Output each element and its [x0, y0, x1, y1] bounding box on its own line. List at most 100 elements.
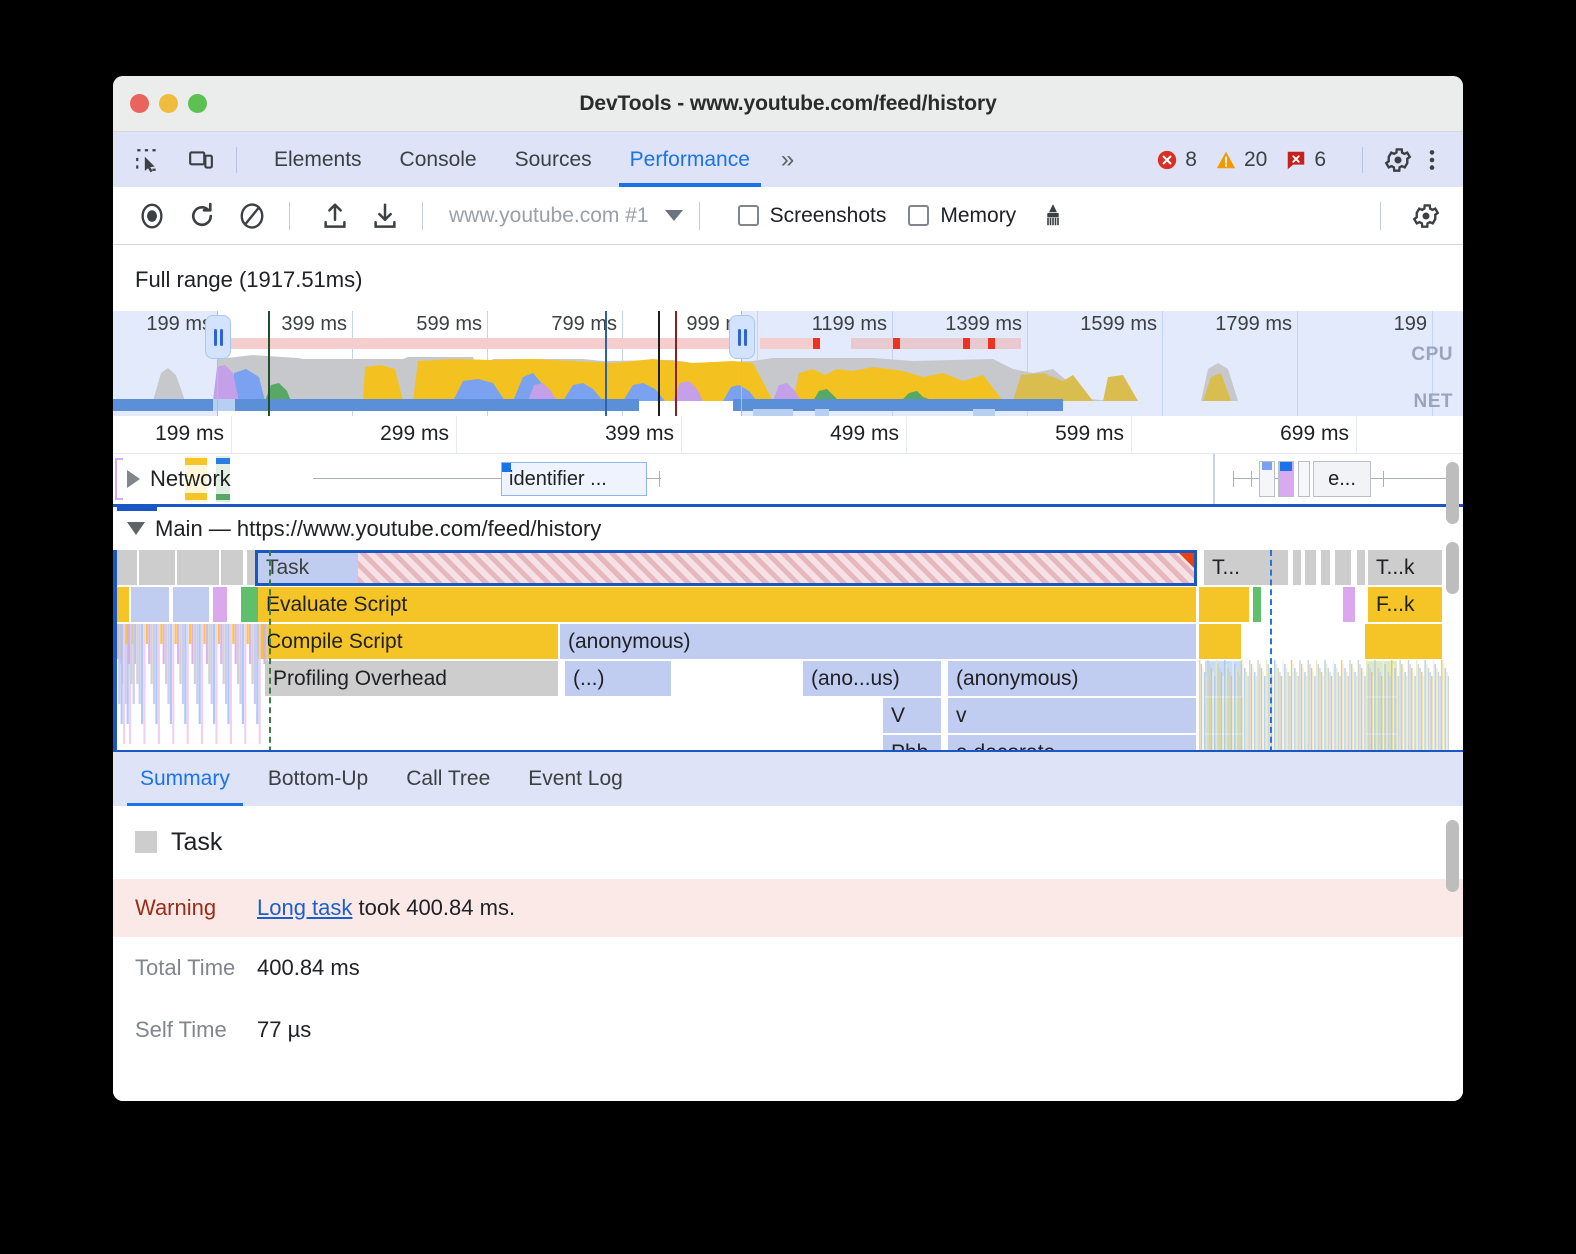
flame-block-unlabeled[interactable]	[213, 587, 227, 622]
network-track[interactable]: Network identifier ... e...	[113, 454, 1463, 504]
more-tabs-icon[interactable]: »	[769, 146, 803, 174]
load-profile-button[interactable]	[314, 195, 356, 237]
profile-select-value: www.youtube.com #1	[449, 204, 649, 228]
flame-block-unlabeled[interactable]	[1367, 661, 1397, 696]
flame-block[interactable]: F...k	[1368, 587, 1442, 622]
flame-block-unlabeled[interactable]	[177, 550, 219, 585]
tab-console[interactable]: Console	[381, 132, 496, 187]
tab-performance[interactable]: Performance	[611, 132, 769, 187]
flame-block[interactable]: a.decorate	[948, 735, 1196, 750]
flame-block[interactable]: (anonymous)	[948, 661, 1196, 696]
settings-gear-icon[interactable]	[1381, 143, 1415, 177]
flame-block[interactable]: T...	[1204, 550, 1288, 585]
flame-block-unlabeled[interactable]	[139, 550, 175, 585]
flame-block-unlabeled[interactable]	[1367, 698, 1397, 733]
flame-block-unlabeled[interactable]	[1357, 550, 1365, 585]
tab-event-log[interactable]: Event Log	[509, 751, 642, 807]
flame-block-unlabeled[interactable]	[1343, 587, 1355, 622]
overview-marker-blue	[605, 311, 607, 416]
flame-block[interactable]: Compile Script	[258, 624, 558, 659]
ruler-tick-label: 599 ms	[1055, 422, 1124, 446]
ruler-tick: 599 ms	[1131, 416, 1132, 453]
tracks-scrollbar-lower[interactable]	[1446, 542, 1459, 594]
timeline-overview[interactable]: 199 ms399 ms599 ms799 ms999 ms1199 ms139…	[113, 311, 1463, 416]
tabbar-right-group: 8 20 6	[1156, 143, 1463, 177]
overview-activity-graph	[113, 311, 1463, 416]
clear-button[interactable]	[231, 195, 273, 237]
flame-block-unlabeled[interactable]	[1205, 661, 1241, 696]
flame-block-unlabeled[interactable]	[1367, 735, 1397, 750]
overview-right-handle[interactable]	[729, 315, 755, 359]
flame-block-unlabeled[interactable]	[247, 550, 255, 585]
save-profile-button[interactable]	[364, 195, 406, 237]
devtools-tabbar: Elements Console Sources Performance » 8…	[113, 132, 1463, 187]
flame-block-unlabeled[interactable]	[1199, 587, 1249, 622]
main-track-name: Main — https://www.youtube.com/feed/hist…	[155, 516, 601, 542]
tab-summary[interactable]: Summary	[121, 751, 249, 807]
profile-select[interactable]: www.youtube.com #1	[449, 204, 683, 228]
main-track-header[interactable]: Main — https://www.youtube.com/feed/hist…	[113, 504, 1463, 550]
error-badge[interactable]: 8	[1156, 148, 1197, 172]
flame-block-unlabeled[interactable]	[1365, 624, 1442, 659]
flame-block[interactable]: (anonymous)	[560, 624, 1196, 659]
flame-block-unlabeled[interactable]	[1253, 587, 1261, 622]
inspect-element-icon[interactable]	[130, 143, 164, 177]
record-button[interactable]	[131, 195, 173, 237]
expand-triangle-icon[interactable]	[127, 470, 140, 488]
tab-elements[interactable]: Elements	[255, 132, 381, 187]
timeline-tracks: Network identifier ... e...	[113, 454, 1463, 750]
network-track-header[interactable]: Network	[113, 454, 1463, 504]
flame-chart[interactable]: T... T...k Task Evaluate Script F...k Compile…	[113, 550, 1463, 750]
tab-bottom-up[interactable]: Bottom-Up	[249, 751, 387, 807]
issue-message-icon	[1285, 149, 1307, 171]
net-track-label: NET	[1414, 391, 1454, 413]
flame-block-unlabeled[interactable]	[1205, 698, 1243, 733]
device-toolbar-icon[interactable]	[184, 143, 218, 177]
summary-scrollbar[interactable]	[1446, 820, 1459, 892]
evaluate-script-row: Evaluate Script F...k	[113, 587, 1463, 623]
selected-task-block[interactable]: Task	[255, 550, 1197, 586]
selected-task-label: Task	[266, 556, 309, 580]
flame-block[interactable]: V	[883, 698, 941, 733]
timeline-ruler: 199 ms299 ms399 ms499 ms599 ms699 ms	[113, 416, 1463, 454]
issues-count: 6	[1314, 148, 1326, 172]
flame-block[interactable]: Evaluate Script	[258, 587, 1196, 622]
flame-block[interactable]: (...)	[565, 661, 671, 696]
flame-block[interactable]: T...k	[1368, 550, 1442, 585]
toolbar-divider-2	[422, 202, 423, 230]
devtools-window: DevTools - www.youtube.com/feed/history …	[113, 76, 1463, 1101]
capture-settings-gear-icon[interactable]	[1405, 195, 1447, 237]
total-time-value: 400.84 ms	[257, 955, 360, 981]
toolbar-divider-1	[289, 202, 290, 230]
memory-checkbox[interactable]: Memory	[908, 204, 1016, 228]
flame-block-unlabeled[interactable]	[221, 550, 243, 585]
flame-block-unlabeled[interactable]	[1335, 550, 1351, 585]
reload-and-record-button[interactable]	[181, 195, 223, 237]
collapse-triangle-icon[interactable]	[127, 522, 145, 535]
more-options-icon[interactable]	[1415, 143, 1449, 177]
flame-block[interactable]: Phb	[883, 735, 941, 750]
flame-block-unlabeled[interactable]	[1199, 624, 1241, 659]
collect-garbage-icon[interactable]	[1032, 195, 1074, 237]
tabbar-divider	[236, 147, 237, 173]
tab-sources[interactable]: Sources	[496, 132, 611, 187]
flame-block-unlabeled[interactable]	[1321, 550, 1330, 585]
screenshots-checkbox[interactable]: Screenshots	[738, 204, 887, 228]
flame-block[interactable]: v	[948, 698, 1196, 733]
profiling-overhead-row: Profiling Overhead(...) (ano...us)(anonym…	[113, 661, 1463, 697]
flame-block-unlabeled[interactable]	[1293, 550, 1301, 585]
chevron-down-icon	[665, 210, 683, 221]
flame-block-unlabeled[interactable]	[173, 587, 209, 622]
overview-left-handle[interactable]	[205, 315, 231, 359]
flame-block[interactable]: (ano...us)	[803, 661, 941, 696]
tab-call-tree[interactable]: Call Tree	[387, 751, 509, 807]
flame-block-unlabeled[interactable]	[131, 587, 169, 622]
screenshots-checkbox-box	[738, 205, 759, 226]
warning-badge[interactable]: 20	[1215, 148, 1267, 172]
long-task-link[interactable]: Long task	[257, 895, 352, 920]
flame-block[interactable]: Profiling Overhead	[265, 661, 558, 696]
phb-row: Phb a.decorate	[113, 735, 1463, 750]
flame-block-unlabeled[interactable]	[1205, 735, 1243, 750]
issues-badge[interactable]: 6	[1285, 148, 1326, 172]
flame-block-unlabeled[interactable]	[1305, 550, 1316, 585]
